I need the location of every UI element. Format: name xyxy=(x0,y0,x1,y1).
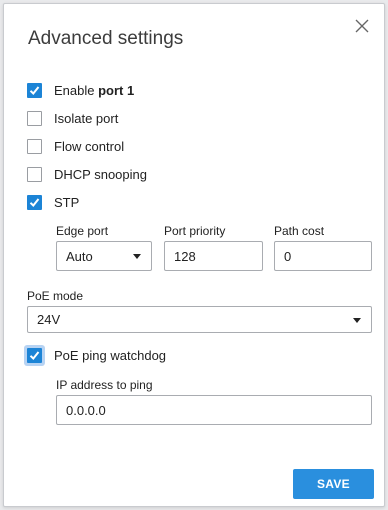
dhcp-snooping-checkbox[interactable] xyxy=(27,167,42,182)
stp-label: STP xyxy=(54,195,80,210)
port-priority-value: 128 xyxy=(174,248,196,264)
enable-port-option[interactable]: Enable port 1 xyxy=(27,83,134,98)
edge-port-select[interactable]: Auto xyxy=(56,241,152,271)
flow-control-label: Flow control xyxy=(54,139,125,154)
close-icon[interactable] xyxy=(354,18,370,34)
ip-address-value: 0.0.0.0 xyxy=(66,402,106,418)
flow-control-checkbox[interactable] xyxy=(27,139,42,154)
port-priority-label: Port priority xyxy=(164,224,226,238)
flow-control-option[interactable]: Flow control xyxy=(27,139,124,154)
path-cost-input[interactable]: 0 xyxy=(274,241,372,271)
poe-ping-watchdog-option[interactable]: PoE ping watchdog xyxy=(27,348,166,363)
ip-address-label: IP address to ping xyxy=(56,378,153,392)
isolate-port-checkbox[interactable] xyxy=(27,111,42,126)
stp-checkbox[interactable] xyxy=(27,195,42,210)
poe-mode-value: 24V xyxy=(37,312,61,327)
chevron-down-icon xyxy=(353,317,361,323)
stp-option[interactable]: STP xyxy=(27,195,79,210)
checkmark-icon xyxy=(29,351,40,360)
path-cost-label: Path cost xyxy=(274,224,325,238)
checkmark-icon xyxy=(29,86,40,95)
edge-port-label: Edge port xyxy=(56,224,109,238)
isolate-port-option[interactable]: Isolate port xyxy=(27,111,118,126)
port-priority-input[interactable]: 128 xyxy=(164,241,263,271)
poe-ping-watchdog-checkbox[interactable] xyxy=(27,348,42,363)
dhcp-snooping-option[interactable]: DHCP snooping xyxy=(27,167,147,182)
advanced-settings-dialog: Advanced settings Enable port 1 Isolate … xyxy=(3,3,385,507)
path-cost-value: 0 xyxy=(284,248,292,264)
isolate-port-label: Isolate port xyxy=(54,111,119,126)
checkmark-icon xyxy=(29,198,40,207)
poe-mode-select[interactable]: 24V xyxy=(27,306,372,333)
save-button[interactable]: SAVE xyxy=(293,469,374,499)
enable-port-label: Enable port 1 xyxy=(54,83,135,98)
ip-address-input[interactable]: 0.0.0.0 xyxy=(56,395,372,425)
enable-port-checkbox[interactable] xyxy=(27,83,42,98)
chevron-down-icon xyxy=(133,254,141,259)
poe-ping-watchdog-label: PoE ping watchdog xyxy=(54,348,167,363)
dialog-title: Advanced settings xyxy=(28,28,184,49)
dhcp-snooping-label: DHCP snooping xyxy=(54,167,147,182)
edge-port-value: Auto xyxy=(66,248,93,264)
poe-mode-label: PoE mode xyxy=(27,289,84,303)
